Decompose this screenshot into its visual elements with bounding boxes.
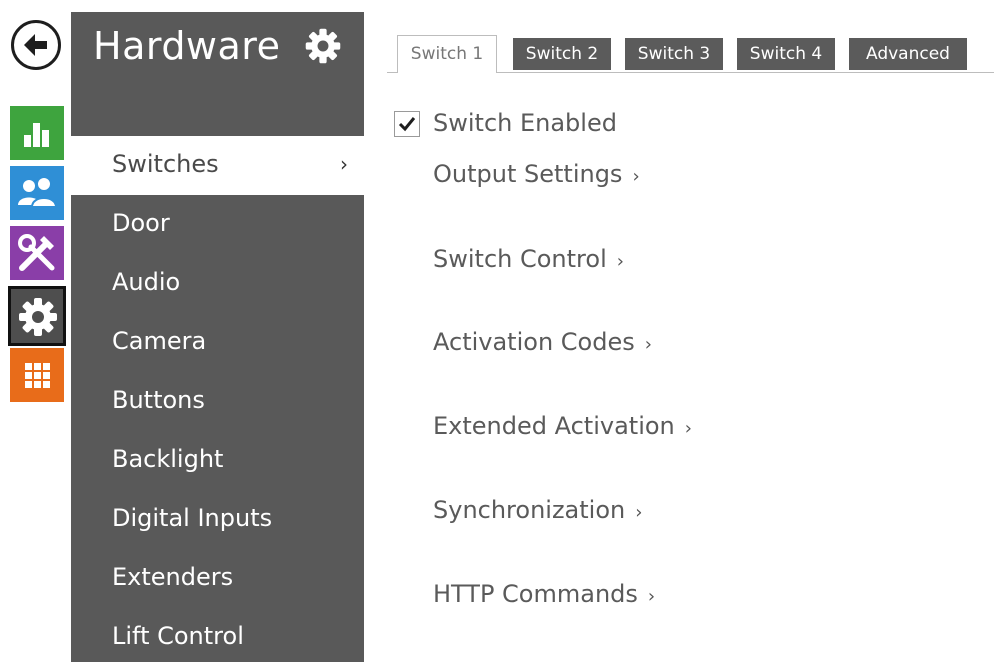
switch-enabled-label: Switch Enabled	[433, 109, 617, 137]
app-rail	[0, 0, 70, 662]
tab-advanced[interactable]: Advanced	[849, 38, 967, 70]
back-button[interactable]	[11, 20, 61, 70]
page-title: Hardware	[93, 24, 281, 68]
section-label: Switch Control	[433, 245, 607, 273]
sidebar-menu: Switches › Door Audio Camera Buttons Bac…	[71, 136, 364, 667]
arrow-left-icon	[24, 34, 47, 56]
sidebar-item-label: Camera	[112, 327, 207, 355]
section-extended-activation[interactable]: Extended Activation ›	[433, 412, 692, 440]
hardware-sidebar: Hardware Switches › Door Audio Camera Bu…	[71, 12, 364, 662]
sidebar-item-camera[interactable]: Camera	[71, 313, 364, 372]
sidebar-item-label: Backlight	[112, 445, 224, 473]
section-label: HTTP Commands	[433, 580, 638, 608]
sidebar-item-label: Switches	[112, 150, 219, 178]
rail-hardware-button[interactable]	[8, 286, 66, 346]
rail-status-button[interactable]	[10, 106, 64, 160]
section-label: Output Settings	[433, 160, 623, 188]
section-switch-control[interactable]: Switch Control ›	[433, 245, 624, 273]
sidebar-item-backlight[interactable]: Backlight	[71, 431, 364, 490]
section-label: Activation Codes	[433, 328, 635, 356]
gear-icon	[305, 28, 341, 64]
gear-icon	[19, 298, 57, 336]
section-label: Extended Activation	[433, 412, 675, 440]
sidebar-item-audio[interactable]: Audio	[71, 254, 364, 313]
sidebar-item-label: Lift Control	[112, 622, 244, 650]
chevron-right-icon: ›	[647, 586, 656, 607]
sidebar-item-label: Buttons	[112, 386, 205, 414]
bar-chart-icon	[24, 123, 49, 147]
rail-services-button[interactable]	[10, 226, 64, 280]
users-icon	[18, 176, 58, 208]
sidebar-item-digital-inputs[interactable]: Digital Inputs	[71, 490, 364, 549]
sidebar-item-lift-control[interactable]: Lift Control	[71, 608, 364, 667]
rail-directory-button[interactable]	[10, 166, 64, 220]
chevron-right-icon: ›	[635, 502, 643, 523]
chevron-right-icon: ›	[684, 418, 692, 439]
sidebar-item-buttons[interactable]: Buttons	[71, 372, 364, 431]
tab-switch-1[interactable]: Switch 1	[397, 35, 497, 73]
section-http-commands[interactable]: HTTP Commands ›	[433, 580, 655, 608]
section-output-settings[interactable]: Output Settings ›	[433, 160, 640, 188]
chevron-right-icon: ›	[632, 166, 640, 187]
checkmark-icon	[398, 117, 416, 132]
tools-icon	[18, 234, 55, 271]
chevron-right-icon: ›	[616, 251, 624, 272]
switch-enabled-checkbox[interactable]	[394, 111, 420, 137]
switch-tabs: Switch 1 Switch 2 Switch 3 Switch 4 Adva…	[387, 35, 994, 73]
rail-system-button[interactable]	[10, 348, 64, 402]
sidebar-item-extenders[interactable]: Extenders	[71, 549, 364, 608]
section-synchronization[interactable]: Synchronization ›	[433, 496, 642, 524]
grid-icon	[25, 363, 50, 388]
tab-switch-4[interactable]: Switch 4	[737, 38, 835, 70]
section-label: Synchronization	[433, 496, 626, 524]
tab-switch-3[interactable]: Switch 3	[625, 38, 723, 70]
section-activation-codes[interactable]: Activation Codes ›	[433, 328, 652, 356]
chevron-right-icon: ›	[340, 152, 348, 176]
sidebar-item-label: Audio	[112, 268, 181, 296]
sidebar-item-label: Door	[112, 209, 170, 237]
sidebar-item-switches[interactable]: Switches ›	[71, 136, 364, 195]
sidebar-item-label: Extenders	[112, 563, 234, 591]
tab-switch-2[interactable]: Switch 2	[513, 38, 611, 70]
chevron-right-icon: ›	[644, 334, 652, 355]
sidebar-item-door[interactable]: Door	[71, 195, 364, 254]
sidebar-item-label: Digital Inputs	[112, 504, 273, 532]
